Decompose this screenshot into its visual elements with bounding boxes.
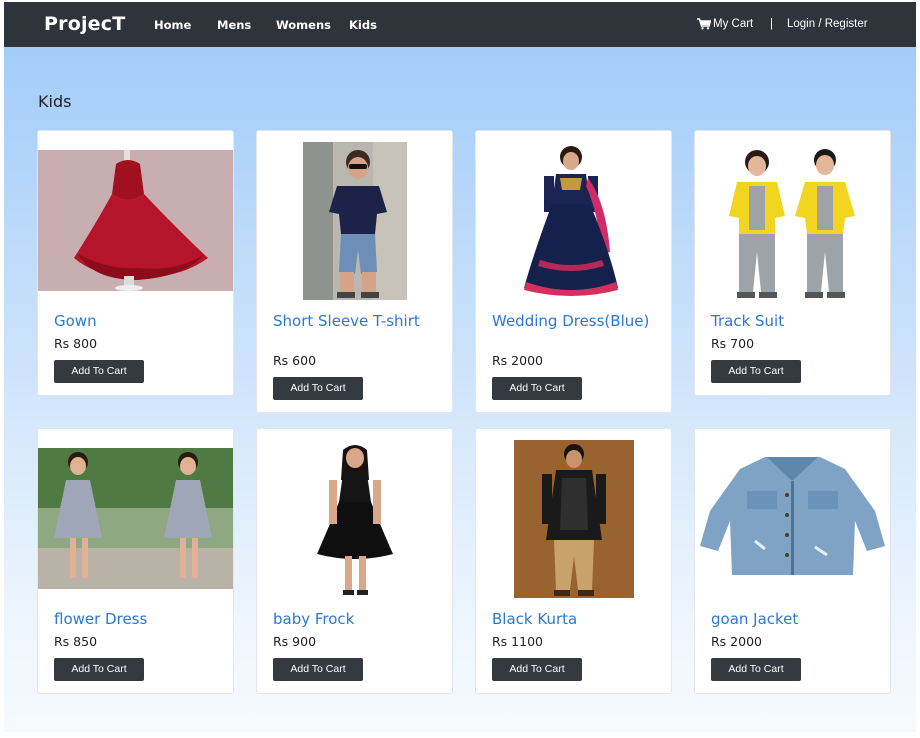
product-card: goan Jacket Rs 2000 Add To Cart — [694, 428, 891, 694]
product-card: Short Sleeve T-shirt Rs 600 Add To Cart — [256, 130, 453, 413]
product-name[interactable]: baby Frock — [273, 611, 433, 628]
product-card: baby Frock Rs 900 Add To Cart — [256, 428, 453, 694]
product-price: Rs 2000 — [492, 353, 543, 368]
boy-black-kurta-image[interactable] — [514, 440, 634, 598]
my-cart-link[interactable]: My Cart — [713, 18, 753, 30]
kids-track-suit-image[interactable] — [719, 142, 867, 300]
product-card: Wedding Dress(Blue) Rs 2000 Add To Cart — [475, 130, 672, 413]
nav-link-kids[interactable]: Kids — [349, 18, 377, 32]
login-register-link[interactable]: Login / Register — [787, 18, 868, 30]
add-to-cart-button[interactable]: Add To Cart — [54, 360, 144, 383]
denim-jacket-image[interactable] — [695, 451, 890, 586]
product-name[interactable]: Short Sleeve T-shirt — [273, 313, 433, 330]
nav-separator: | — [770, 18, 773, 30]
product-price: Rs 700 — [711, 336, 755, 351]
product-card: flower Dress Rs 850 Add To Cart — [37, 428, 234, 694]
product-price: Rs 900 — [273, 634, 317, 649]
add-to-cart-button[interactable]: Add To Cart — [54, 658, 144, 681]
product-name[interactable]: Track Suit — [711, 313, 871, 330]
girls-floral-dress-image[interactable] — [38, 448, 233, 589]
navbar: ProjecT Home Mens Womens Kids My Cart | … — [4, 2, 916, 47]
product-card: Track Suit Rs 700 Add To Cart — [694, 130, 891, 396]
product-name[interactable]: goan Jacket — [711, 611, 871, 628]
product-name[interactable]: Black Kurta — [492, 611, 652, 628]
add-to-cart-button[interactable]: Add To Cart — [711, 360, 801, 383]
product-name[interactable]: Wedding Dress(Blue) — [492, 313, 652, 330]
product-card: Black Kurta Rs 1100 Add To Cart — [475, 428, 672, 694]
nav-link-womens[interactable]: Womens — [276, 18, 331, 32]
product-price: Rs 600 — [273, 353, 317, 368]
nav-link-mens[interactable]: Mens — [217, 18, 251, 32]
product-name[interactable]: flower Dress — [54, 611, 214, 628]
red-gown-image[interactable] — [38, 150, 233, 291]
girl-blue-lehenga-image[interactable] — [506, 142, 636, 300]
product-price: Rs 800 — [54, 336, 98, 351]
page-frame: ProjecT Home Mens Womens Kids My Cart | … — [4, 2, 916, 732]
nav-link-home[interactable]: Home — [154, 18, 191, 32]
add-to-cart-button[interactable]: Add To Cart — [711, 658, 801, 681]
add-to-cart-button[interactable]: Add To Cart — [492, 377, 582, 400]
add-to-cart-button[interactable]: Add To Cart — [492, 658, 582, 681]
add-to-cart-button[interactable]: Add To Cart — [273, 658, 363, 681]
section-title: Kids — [38, 92, 72, 111]
brand-logo[interactable]: ProjecT — [44, 13, 125, 35]
product-price: Rs 850 — [54, 634, 98, 649]
product-price: Rs 2000 — [711, 634, 762, 649]
product-name[interactable]: Gown — [54, 313, 214, 330]
add-to-cart-button[interactable]: Add To Cart — [273, 377, 363, 400]
boy-tshirt-image[interactable] — [303, 142, 407, 300]
cart-icon[interactable] — [697, 18, 711, 30]
product-price: Rs 1100 — [492, 634, 543, 649]
girl-black-frock-image[interactable] — [301, 440, 409, 598]
product-card: Gown Rs 800 Add To Cart — [37, 130, 234, 396]
